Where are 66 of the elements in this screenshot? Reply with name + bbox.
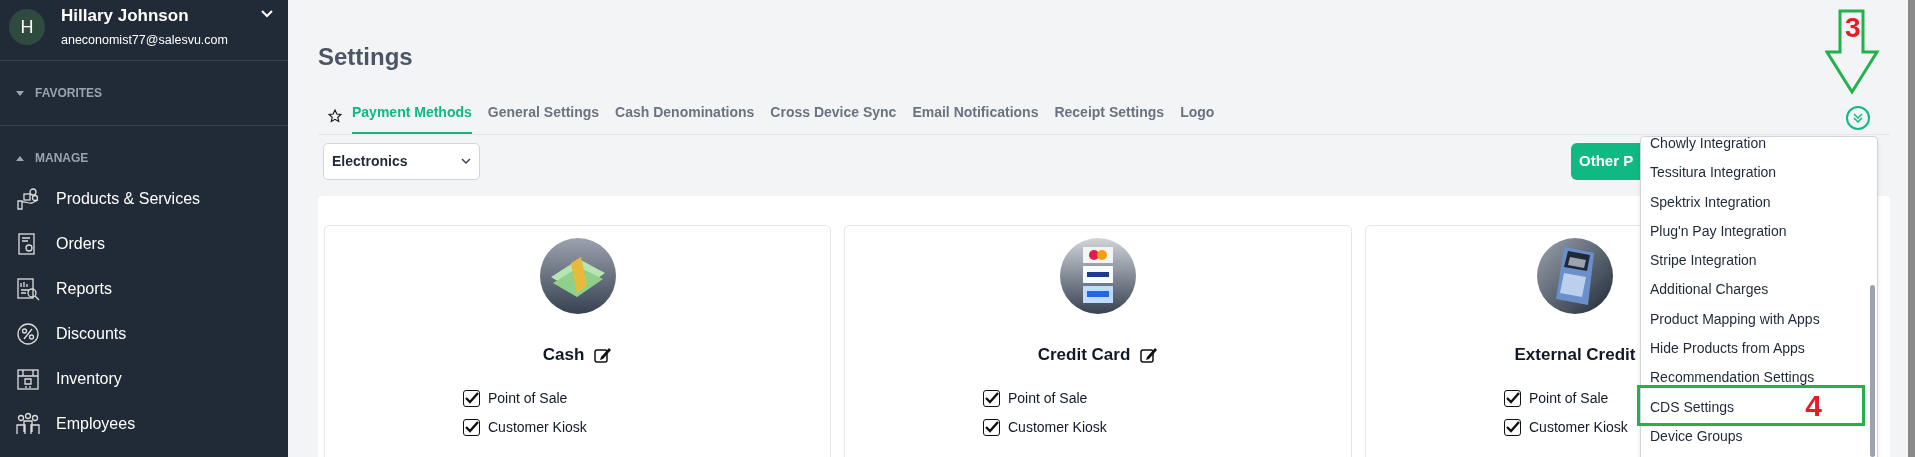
menu-item[interactable]: Plug'n Pay Integration [1650,222,1787,239]
store-select[interactable]: Electronics [323,142,480,180]
avatar: H [9,9,45,45]
checkmark-icon [1505,421,1520,433]
checkmark-icon [984,421,999,433]
user-name: Hillary Johnson [61,6,190,26]
annotation-number: 4 [1805,390,1822,421]
edit-icon[interactable] [1140,346,1159,364]
chevron-down-icon [461,157,471,165]
user-email: aneconomist77@salesvu.com [61,32,228,48]
tab[interactable]: Cash Denominations [615,98,755,134]
nav-item[interactable]: Orders [56,232,105,256]
checkbox-label: Point of Sale [488,388,568,408]
nav-item[interactable]: Discounts [56,322,127,346]
method-title: Credit Card [1037,344,1131,366]
report-search-icon [16,277,40,301]
percent-icon [16,322,40,346]
section-header[interactable]: FAVORITES [35,84,103,102]
menu-item[interactable]: Recommendation Settings [1650,369,1815,386]
checkbox-label: Customer Kiosk [488,417,587,437]
checkbox-label: Point of Sale [1008,388,1088,408]
annotation-number: 3 [1845,13,1861,43]
menu-item[interactable]: Stripe Integration [1650,252,1757,269]
checkbox[interactable] [983,418,1000,436]
menu-item[interactable]: Product Mapping with Apps [1650,310,1820,327]
menu-item[interactable]: Hide Products from Apps [1650,340,1805,357]
checkbox[interactable] [463,389,480,407]
checkbox-label: Point of Sale [1529,388,1609,408]
tab[interactable]: Receipt Settings [1054,98,1165,134]
method-title: Cash [542,344,585,366]
checkmark-icon [1505,392,1520,404]
checkmark-icon [984,392,999,404]
edit-icon[interactable] [594,346,613,364]
chevron-down-icon[interactable] [260,9,274,18]
tab[interactable]: General Settings [487,98,600,134]
menu-item[interactable]: Chowly Integration [1650,137,1766,151]
menu-item[interactable]: Tessitura Integration [1650,164,1777,181]
checkbox[interactable] [1504,389,1521,407]
checkbox[interactable] [463,418,480,436]
hand-boxes-icon [16,187,40,211]
tab[interactable]: Cross Device Sync [770,98,897,134]
menu-item[interactable]: Device Groups [1650,427,1743,444]
section-header[interactable]: MANAGE [35,149,89,167]
checkmark-icon [464,392,479,404]
checkmark-icon [464,421,479,433]
star-icon[interactable] [328,109,342,123]
menu-item[interactable]: CDS Settings [1650,398,1735,415]
people-icon [16,412,40,436]
checkbox[interactable] [983,389,1000,407]
nav-item[interactable]: Employees [56,412,136,436]
checkbox-label: Customer Kiosk [1008,417,1107,437]
scrollbar[interactable] [1908,0,1915,457]
tab[interactable]: Logo [1180,98,1215,134]
scrollbar-thumb[interactable] [1870,285,1875,457]
menu-item[interactable]: Spektrix Integration [1650,193,1771,210]
method-title: External Credit [1514,344,1636,366]
checkbox[interactable] [1504,418,1521,436]
checkbox-label: Customer Kiosk [1529,417,1628,437]
menu-item[interactable]: Additional Charges [1650,281,1769,298]
double-chevron-down-icon [1853,113,1863,123]
nav-item[interactable]: Reports [56,277,113,301]
page-title: Settings [318,43,413,71]
storage-box-icon [16,367,40,391]
nav-item[interactable]: Inventory [56,367,122,391]
nav-item[interactable]: Products & Services [56,187,201,211]
tab[interactable]: Email Notifications [912,98,1039,134]
